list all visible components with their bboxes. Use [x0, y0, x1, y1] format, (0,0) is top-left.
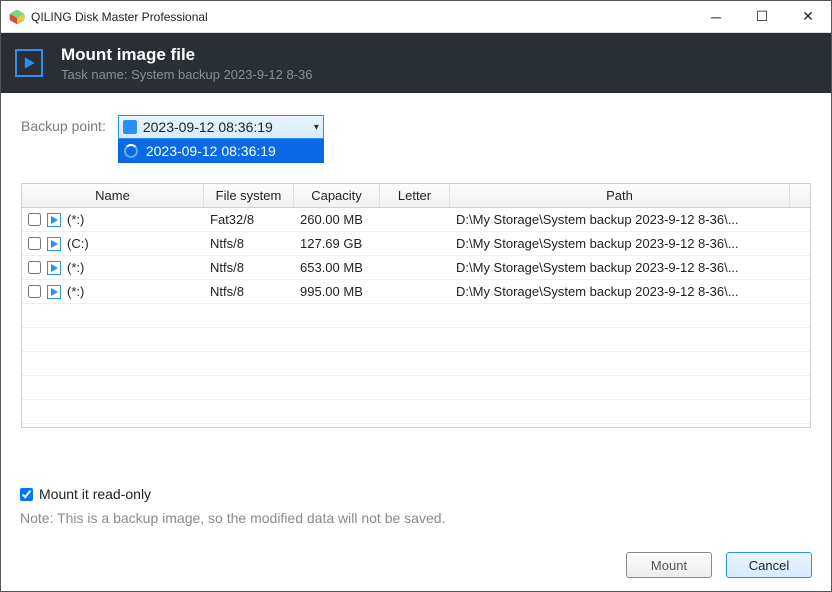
table-row[interactable]: (*:) Ntfs/8653.00 MB D:\My Storage\System …	[22, 256, 810, 280]
row-capacity: 653.00 MB	[294, 260, 380, 275]
col-letter[interactable]: Letter	[380, 184, 450, 207]
row-filesystem: Ntfs/8	[204, 284, 294, 299]
row-name: (C:)	[67, 236, 89, 251]
readonly-label: Mount it read-only	[39, 486, 151, 502]
row-checkbox[interactable]	[28, 213, 41, 226]
backup-point-option-label: 2023-09-12 08:36:19	[146, 143, 276, 159]
row-filesystem: Fat32/8	[204, 212, 294, 227]
maximize-button[interactable]: ☐	[739, 1, 785, 33]
disk-icon	[123, 120, 137, 134]
play-icon	[47, 213, 61, 227]
play-icon	[47, 261, 61, 275]
backup-point-label: Backup point:	[21, 115, 106, 134]
table-row[interactable]: (*:) Fat32/8260.00 MB D:\My Storage\System…	[22, 208, 810, 232]
readonly-checkbox-row[interactable]: Mount it read-only	[20, 486, 812, 502]
content-area: Backup point: 2023-09-12 08:36:19 ▾ 2023…	[1, 93, 831, 438]
mount-button[interactable]: Mount	[626, 552, 712, 578]
row-path: D:\My Storage\System backup 2023-9-12 8-…	[450, 284, 810, 299]
close-button[interactable]: ✕	[785, 1, 831, 33]
readonly-checkbox[interactable]	[20, 488, 33, 501]
row-capacity: 127.69 GB	[294, 236, 380, 251]
backup-point-dropdown-option[interactable]: 2023-09-12 08:36:19	[118, 139, 324, 163]
page-subtitle: Task name: System backup 2023-9-12 8-36	[61, 67, 312, 82]
row-name: (*:)	[67, 260, 84, 275]
row-path: D:\My Storage\System backup 2023-9-12 8-…	[450, 260, 810, 275]
table-row[interactable]: (*:) Ntfs/8995.00 MB D:\My Storage\System …	[22, 280, 810, 304]
col-path[interactable]: Path	[450, 184, 790, 207]
col-name[interactable]: Name	[22, 184, 204, 207]
table-row-empty	[22, 328, 810, 352]
table-row-empty	[22, 400, 810, 424]
table-row-empty	[22, 352, 810, 376]
cancel-button[interactable]: Cancel	[726, 552, 812, 578]
backup-point-combobox[interactable]: 2023-09-12 08:36:19 ▾	[118, 115, 324, 139]
minimize-button[interactable]: ─	[693, 1, 739, 33]
chevron-down-icon: ▾	[314, 122, 319, 133]
row-checkbox[interactable]	[28, 261, 41, 274]
row-name: (*:)	[67, 284, 84, 299]
page-title: Mount image file	[61, 45, 312, 65]
window-controls: ─ ☐ ✕	[693, 1, 831, 33]
backup-point-selected: 2023-09-12 08:36:19	[143, 119, 273, 135]
footer-area: Mount it read-only Note: This is a backu…	[0, 486, 832, 592]
play-icon	[47, 285, 61, 299]
table-row[interactable]: (C:) Ntfs/8127.69 GB D:\My Storage\System …	[22, 232, 810, 256]
row-name: (*:)	[67, 212, 84, 227]
col-filesystem[interactable]: File system	[204, 184, 294, 207]
table-row-empty	[22, 304, 810, 328]
app-icon	[9, 9, 25, 25]
row-filesystem: Ntfs/8	[204, 236, 294, 251]
row-checkbox[interactable]	[28, 237, 41, 250]
title-bar: QILING Disk Master Professional ─ ☐ ✕	[1, 1, 831, 33]
table-header: Name File system Capacity Letter Path	[22, 184, 810, 208]
partition-table: Name File system Capacity Letter Path (*…	[21, 183, 811, 428]
row-path: D:\My Storage\System backup 2023-9-12 8-…	[450, 212, 810, 227]
note-text: Note: This is a backup image, so the mod…	[20, 510, 812, 526]
row-capacity: 995.00 MB	[294, 284, 380, 299]
play-icon	[47, 237, 61, 251]
spinner-icon	[124, 144, 138, 158]
page-header: Mount image file Task name: System backu…	[1, 33, 831, 93]
row-filesystem: Ntfs/8	[204, 260, 294, 275]
row-checkbox[interactable]	[28, 285, 41, 298]
app-title: QILING Disk Master Professional	[31, 10, 693, 24]
table-row-empty	[22, 376, 810, 400]
mount-icon	[15, 49, 43, 77]
col-spacer	[790, 184, 810, 207]
col-capacity[interactable]: Capacity	[294, 184, 380, 207]
row-path: D:\My Storage\System backup 2023-9-12 8-…	[450, 236, 810, 251]
row-capacity: 260.00 MB	[294, 212, 380, 227]
